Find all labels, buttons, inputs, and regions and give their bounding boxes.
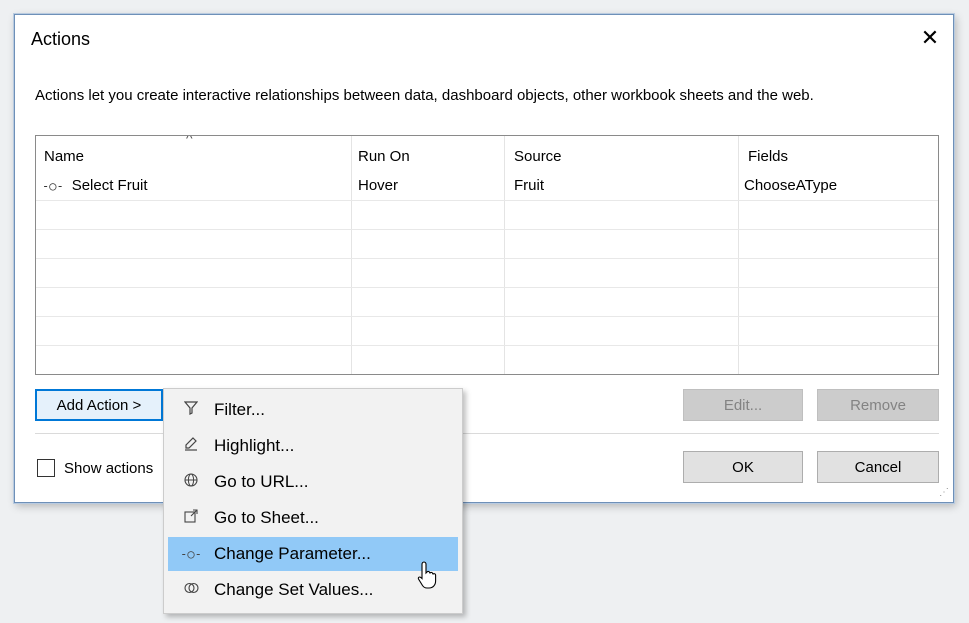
dialog-description: Actions let you create interactive relat… <box>35 87 814 104</box>
table-row-empty <box>36 259 938 288</box>
actions-dialog: Actions ✕ Actions let you create interac… <box>14 14 954 503</box>
edit-button[interactable]: Edit... <box>683 389 803 421</box>
change-parameter-icon: -○- <box>180 547 202 561</box>
table-row-empty <box>36 346 938 374</box>
set-values-icon <box>168 581 214 599</box>
resize-grip-icon[interactable]: ⋰ <box>939 487 949 498</box>
menu-item-filter[interactable]: Filter... <box>168 393 458 427</box>
mouse-pointer-icon <box>417 561 437 589</box>
actions-table[interactable]: ^ Name Run On Source Fields -○- Select Fr… <box>35 135 939 375</box>
close-icon[interactable]: ✕ <box>907 15 953 61</box>
menu-item-label: Change Set Values... <box>214 580 374 599</box>
column-header-source[interactable]: Source <box>514 148 562 165</box>
table-row-empty <box>36 288 938 317</box>
menu-item-highlight[interactable]: Highlight... <box>168 429 458 463</box>
go-to-sheet-icon <box>168 509 214 527</box>
menu-item-label: Filter... <box>214 400 266 419</box>
menu-item-label: Go to URL... <box>214 472 309 491</box>
table-row-empty <box>36 230 938 259</box>
change-parameter-icon: -○- <box>42 179 64 193</box>
dialog-title: Actions <box>31 29 91 49</box>
remove-button[interactable]: Remove <box>817 389 939 421</box>
menu-item-go-to-sheet[interactable]: Go to Sheet... <box>168 501 458 535</box>
add-action-button[interactable]: Add Action > <box>35 389 163 421</box>
sort-ascending-icon[interactable]: ^ <box>186 136 193 146</box>
menu-item-change-set-values[interactable]: Change Set Values... <box>168 573 458 607</box>
menu-item-label: Change Parameter... <box>214 544 371 563</box>
column-header-name[interactable]: Name <box>44 148 84 165</box>
show-actions-checkbox-group[interactable]: Show actions <box>37 459 153 477</box>
table-row[interactable]: -○- Select Fruit Hover Fruit ChooseAType <box>36 172 938 201</box>
column-header-run-on[interactable]: Run On <box>358 148 410 165</box>
action-name: Select Fruit <box>71 177 148 194</box>
show-actions-label: Show actions <box>64 459 154 477</box>
menu-item-go-to-url[interactable]: Go to URL... <box>168 465 458 499</box>
table-cell-run-on: Hover <box>358 177 399 194</box>
filter-icon <box>168 401 214 419</box>
menu-item-change-parameter[interactable]: -○- Change Parameter... <box>168 537 458 571</box>
column-header-fields[interactable]: Fields <box>748 148 788 165</box>
table-row-empty <box>36 317 938 346</box>
cancel-button[interactable]: Cancel <box>817 451 939 483</box>
table-cell-fields: ChooseAType <box>744 177 838 194</box>
show-actions-checkbox[interactable] <box>37 459 55 477</box>
table-header: ^ Name Run On Source Fields <box>36 136 938 170</box>
globe-icon <box>168 473 214 491</box>
dialog-titlebar: Actions ✕ <box>15 15 953 63</box>
highlight-icon <box>168 437 214 455</box>
menu-item-label: Highlight... <box>214 436 295 455</box>
ok-button[interactable]: OK <box>683 451 803 483</box>
table-cell-name: -○- Select Fruit <box>42 177 148 194</box>
table-row-empty <box>36 201 938 230</box>
menu-item-label: Go to Sheet... <box>214 508 319 527</box>
table-cell-source: Fruit <box>514 177 544 194</box>
